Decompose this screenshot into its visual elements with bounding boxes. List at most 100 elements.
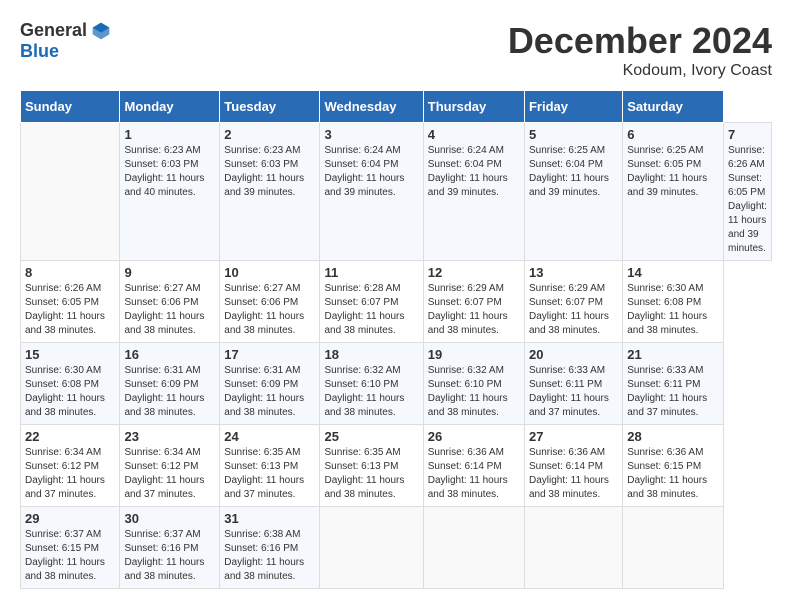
day-number: 9 (124, 265, 215, 280)
day-info: Sunrise: 6:31 AMSunset: 6:09 PMDaylight:… (124, 364, 215, 420)
day-info: Sunrise: 6:28 AMSunset: 6:07 PMDaylight:… (324, 282, 418, 338)
calendar-cell: 6Sunrise: 6:25 AMSunset: 6:05 PMDaylight… (623, 123, 724, 261)
calendar-cell: 31 Sunrise: 6:38 AMSunset: 6:16 PMDayligh… (220, 507, 320, 589)
calendar-cell: 10 Sunrise: 6:27 AMSunset: 6:06 PMDayligh… (220, 261, 320, 343)
day-info: Sunrise: 6:35 AMSunset: 6:13 PMDaylight:… (324, 446, 418, 502)
calendar-cell: 18Sunrise: 6:32 AMSunset: 6:10 PMDayligh… (320, 343, 423, 425)
day-number: 22 (25, 429, 115, 444)
day-info: Sunrise: 6:35 AMSunset: 6:13 PMDaylight:… (224, 446, 315, 502)
calendar-cell: 19 Sunrise: 6:32 AMSunset: 6:10 PMDayligh… (423, 343, 524, 425)
day-number: 30 (124, 511, 215, 526)
day-info: Sunrise: 6:32 AMSunset: 6:10 PMDaylight:… (428, 364, 520, 420)
day-number: 21 (627, 347, 719, 362)
dow-header-wednesday: Wednesday (320, 91, 423, 123)
dow-header-friday: Friday (524, 91, 622, 123)
dow-header-saturday: Saturday (623, 91, 724, 123)
day-info: Sunrise: 6:38 AMSunset: 6:16 PMDaylight:… (224, 528, 315, 584)
calendar-cell: 23Sunrise: 6:34 AMSunset: 6:12 PMDayligh… (120, 425, 220, 507)
day-info: Sunrise: 6:34 AMSunset: 6:12 PMDaylight:… (124, 446, 215, 502)
calendar-cell (623, 507, 724, 589)
calendar-cell: 5 Sunrise: 6:25 AMSunset: 6:04 PMDaylight… (524, 123, 622, 261)
day-info: Sunrise: 6:36 AMSunset: 6:14 PMDaylight:… (428, 446, 520, 502)
day-number: 1 (124, 127, 215, 142)
calendar-cell: 22 Sunrise: 6:34 AMSunset: 6:12 PMDayligh… (21, 425, 120, 507)
day-info: Sunrise: 6:23 AMSunset: 6:03 PMDaylight:… (224, 144, 315, 200)
day-info: Sunrise: 6:29 AMSunset: 6:07 PMDaylight:… (428, 282, 520, 338)
calendar-cell: 26 Sunrise: 6:36 AMSunset: 6:14 PMDayligh… (423, 425, 524, 507)
dow-header-thursday: Thursday (423, 91, 524, 123)
calendar-cell: 24 Sunrise: 6:35 AMSunset: 6:13 PMDayligh… (220, 425, 320, 507)
calendar-cell (524, 507, 622, 589)
day-number: 31 (224, 511, 315, 526)
calendar-cell: 25 Sunrise: 6:35 AMSunset: 6:13 PMDayligh… (320, 425, 423, 507)
day-number: 24 (224, 429, 315, 444)
calendar-cell: 4Sunrise: 6:24 AMSunset: 6:04 PMDaylight… (423, 123, 524, 261)
calendar-cell: 1 Sunrise: 6:23 AMSunset: 6:03 PMDaylight… (120, 123, 220, 261)
day-number: 29 (25, 511, 115, 526)
calendar-cell (320, 507, 423, 589)
day-number: 28 (627, 429, 719, 444)
day-number: 27 (529, 429, 618, 444)
calendar-cell: 8 Sunrise: 6:26 AMSunset: 6:05 PMDaylight… (21, 261, 120, 343)
day-info: Sunrise: 6:27 AMSunset: 6:06 PMDaylight:… (124, 282, 215, 338)
calendar-cell (21, 123, 120, 261)
calendar-cell: 7 Sunrise: 6:26 AMSunset: 6:05 PMDaylight… (724, 123, 772, 261)
day-number: 15 (25, 347, 115, 362)
day-info: Sunrise: 6:31 AMSunset: 6:09 PMDaylight:… (224, 364, 315, 420)
calendar-cell: 27 Sunrise: 6:36 AMSunset: 6:14 PMDayligh… (524, 425, 622, 507)
day-info: Sunrise: 6:27 AMSunset: 6:06 PMDaylight:… (224, 282, 315, 338)
day-info: Sunrise: 6:26 AMSunset: 6:05 PMDaylight:… (728, 144, 767, 256)
day-info: Sunrise: 6:36 AMSunset: 6:14 PMDaylight:… (529, 446, 618, 502)
dow-header-tuesday: Tuesday (220, 91, 320, 123)
month-title: December 2024 (508, 20, 772, 62)
day-number: 14 (627, 265, 719, 280)
day-info: Sunrise: 6:24 AMSunset: 6:04 PMDaylight:… (428, 144, 520, 200)
page-header: General Blue December 2024 Kodoum, Ivory… (20, 20, 772, 80)
day-info: Sunrise: 6:26 AMSunset: 6:05 PMDaylight:… (25, 282, 115, 338)
calendar-cell: 29Sunrise: 6:37 AMSunset: 6:15 PMDayligh… (21, 507, 120, 589)
calendar-cell: 17 Sunrise: 6:31 AMSunset: 6:09 PMDayligh… (220, 343, 320, 425)
day-number: 8 (25, 265, 115, 280)
day-number: 16 (124, 347, 215, 362)
calendar-cell: 16 Sunrise: 6:31 AMSunset: 6:09 PMDayligh… (120, 343, 220, 425)
dow-header-sunday: Sunday (21, 91, 120, 123)
logo-icon (91, 21, 111, 41)
day-number: 7 (728, 127, 767, 142)
day-info: Sunrise: 6:36 AMSunset: 6:15 PMDaylight:… (627, 446, 719, 502)
title-area: December 2024 Kodoum, Ivory Coast (508, 20, 772, 80)
day-info: Sunrise: 6:34 AMSunset: 6:12 PMDaylight:… (25, 446, 115, 502)
calendar-cell: 30 Sunrise: 6:37 AMSunset: 6:16 PMDayligh… (120, 507, 220, 589)
day-number: 17 (224, 347, 315, 362)
calendar-cell: 14Sunrise: 6:30 AMSunset: 6:08 PMDayligh… (623, 261, 724, 343)
logo-general-text: General (20, 20, 87, 41)
calendar-cell (423, 507, 524, 589)
calendar-cell: 9 Sunrise: 6:27 AMSunset: 6:06 PMDaylight… (120, 261, 220, 343)
day-number: 25 (324, 429, 418, 444)
calendar-table: SundayMondayTuesdayWednesdayThursdayFrid… (20, 90, 772, 589)
logo-blue-text: Blue (20, 41, 59, 62)
day-number: 10 (224, 265, 315, 280)
day-number: 3 (324, 127, 418, 142)
calendar-cell: 15 Sunrise: 6:30 AMSunset: 6:08 PMDayligh… (21, 343, 120, 425)
day-info: Sunrise: 6:24 AMSunset: 6:04 PMDaylight:… (324, 144, 418, 200)
logo: General Blue (20, 20, 111, 62)
dow-header-monday: Monday (120, 91, 220, 123)
day-number: 6 (627, 127, 719, 142)
day-info: Sunrise: 6:29 AMSunset: 6:07 PMDaylight:… (529, 282, 618, 338)
day-info: Sunrise: 6:37 AMSunset: 6:16 PMDaylight:… (124, 528, 215, 584)
calendar-cell: 3 Sunrise: 6:24 AMSunset: 6:04 PMDaylight… (320, 123, 423, 261)
day-number: 19 (428, 347, 520, 362)
calendar-cell: 2Sunrise: 6:23 AMSunset: 6:03 PMDaylight… (220, 123, 320, 261)
day-number: 5 (529, 127, 618, 142)
day-number: 11 (324, 265, 418, 280)
day-number: 12 (428, 265, 520, 280)
day-number: 20 (529, 347, 618, 362)
day-info: Sunrise: 6:25 AMSunset: 6:04 PMDaylight:… (529, 144, 618, 200)
calendar-cell: 13 Sunrise: 6:29 AMSunset: 6:07 PMDayligh… (524, 261, 622, 343)
day-number: 13 (529, 265, 618, 280)
location-subtitle: Kodoum, Ivory Coast (508, 62, 772, 80)
day-number: 26 (428, 429, 520, 444)
day-info: Sunrise: 6:23 AMSunset: 6:03 PMDaylight:… (124, 144, 215, 200)
day-number: 18 (324, 347, 418, 362)
day-info: Sunrise: 6:30 AMSunset: 6:08 PMDaylight:… (25, 364, 115, 420)
